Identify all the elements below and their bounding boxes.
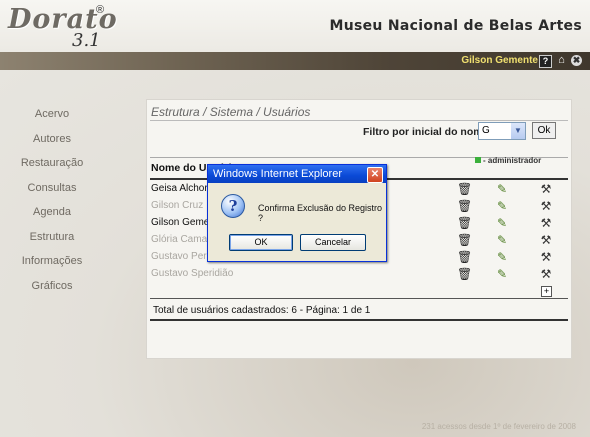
dialog-message: Confirma Exclusão do Registro ? — [258, 203, 383, 223]
user-name[interactable]: Gustavo Speridião — [151, 268, 233, 279]
sidebar-item-graficos[interactable]: Gráficos — [0, 280, 104, 305]
breadcrumb: Estrutura / Sistema / Usuários — [151, 105, 311, 119]
logout-icon[interactable]: ✖ — [571, 55, 582, 66]
total-users-text: Total de usuários cadastrados: 6 - Págin… — [153, 305, 371, 316]
filter-selected-value: G — [482, 125, 490, 136]
trash-icon[interactable]: 🗑 — [457, 233, 472, 247]
question-icon: ? — [221, 194, 245, 218]
chevron-down-icon[interactable]: ▼ — [511, 123, 525, 139]
admin-legend-label: - administrador — [483, 156, 542, 165]
divider — [150, 319, 568, 321]
sidebar-item-agenda[interactable]: Agenda — [0, 206, 104, 231]
sidebar-nav: Acervo Autores Restauração Consultas Age… — [0, 108, 104, 304]
tools-icon[interactable]: ⚒ — [539, 182, 553, 196]
filter-initial-select[interactable]: G ▼ — [478, 122, 526, 140]
filter-label: Filtro por inicial do nome: — [363, 126, 492, 138]
dialog-titlebar[interactable]: Windows Internet Explorer ✕ — [208, 165, 386, 183]
filter-ok-button[interactable]: Ok — [532, 122, 556, 139]
trash-icon[interactable]: 🗑 — [457, 250, 472, 264]
table-row: Gustavo Speridião 🗑 ✎ ⚒ — [151, 266, 566, 283]
dialog-title: Windows Internet Explorer — [213, 168, 342, 180]
sidebar-item-informacoes[interactable]: Informações — [0, 255, 104, 280]
museum-name: Museu Nacional de Belas Artes — [329, 18, 582, 34]
user-bar: Gilson Gemente ? ⌂ ✖ — [0, 52, 590, 70]
user-name[interactable]: Gilson Cruz — [151, 200, 203, 211]
edit-icon[interactable]: ✎ — [495, 182, 509, 196]
tools-icon[interactable]: ⚒ — [539, 267, 553, 281]
sidebar-item-consultas[interactable]: Consultas — [0, 182, 104, 207]
admin-legend: - administrador — [475, 156, 541, 165]
logo-registered-mark: ® — [96, 4, 105, 16]
logged-user-name: Gilson Gemente — [461, 55, 538, 66]
logo-version: 3.1 — [72, 30, 101, 51]
trash-icon[interactable]: 🗑 — [457, 182, 472, 196]
cancel-button[interactable]: Cancelar — [300, 234, 366, 251]
access-counter: 231 acessos desde 1º de fevereiro de 200… — [421, 422, 576, 431]
tools-icon[interactable]: ⚒ — [539, 250, 553, 264]
help-icon[interactable]: ? — [539, 55, 552, 68]
dorato-logo: Dorato ® 3.1 — [8, 4, 117, 51]
divider — [150, 298, 568, 299]
sidebar-item-autores[interactable]: Autores — [0, 133, 104, 158]
edit-icon[interactable]: ✎ — [495, 267, 509, 281]
sidebar-item-acervo[interactable]: Acervo — [0, 108, 104, 133]
sidebar-item-estrutura[interactable]: Estrutura — [0, 231, 104, 256]
tools-icon[interactable]: ⚒ — [539, 233, 553, 247]
confirm-delete-dialog: Windows Internet Explorer ✕ ? Confirma E… — [207, 164, 387, 262]
divider — [150, 120, 568, 121]
trash-icon[interactable]: 🗑 — [457, 216, 472, 230]
home-icon[interactable]: ⌂ — [556, 55, 567, 66]
tools-icon[interactable]: ⚒ — [539, 199, 553, 213]
tools-icon[interactable]: ⚒ — [539, 216, 553, 230]
edit-icon[interactable]: ✎ — [495, 233, 509, 247]
sidebar-item-restauracao[interactable]: Restauração — [0, 157, 104, 182]
add-user-button[interactable]: + — [541, 286, 552, 297]
admin-color-swatch — [475, 157, 481, 163]
edit-icon[interactable]: ✎ — [495, 216, 509, 230]
close-icon[interactable]: ✕ — [367, 167, 383, 183]
ok-button[interactable]: OK — [229, 234, 293, 251]
app-header: Dorato ® 3.1 Museu Nacional de Belas Art… — [0, 0, 590, 53]
trash-icon[interactable]: 🗑 — [457, 267, 472, 281]
edit-icon[interactable]: ✎ — [495, 199, 509, 213]
trash-icon[interactable]: 🗑 — [457, 199, 472, 213]
edit-icon[interactable]: ✎ — [495, 250, 509, 264]
